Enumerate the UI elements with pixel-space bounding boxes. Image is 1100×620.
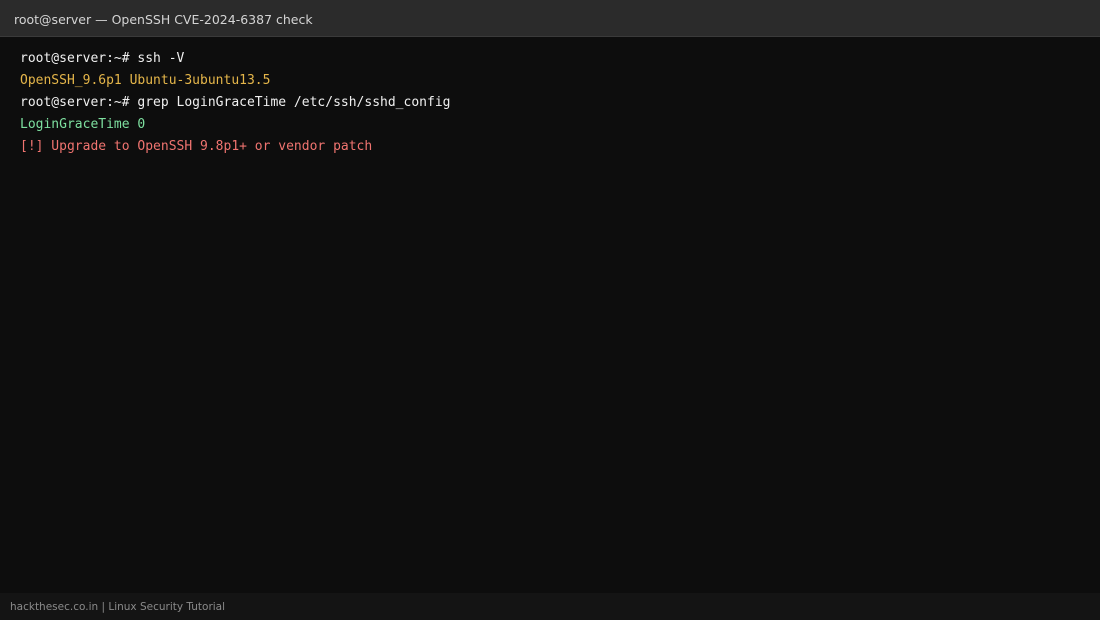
terminal-line-warning: [!] Upgrade to OpenSSH 9.8p1+ or vendor … [20, 139, 373, 154]
footer-caption: hackthesec.co.in | Linux Security Tutori… [10, 601, 226, 613]
terminal-line-command: root@server:~# grep LoginGraceTime /etc/… [20, 95, 451, 110]
terminal-line-command: root@server:~# ssh -V [20, 51, 185, 66]
terminal-window: root@server — OpenSSH CVE-2024-6387 chec… [0, 0, 1100, 620]
terminal-line-output: LoginGraceTime 0 [20, 117, 146, 132]
window-title: root@server — OpenSSH CVE-2024-6387 chec… [14, 12, 313, 27]
terminal-line-output: OpenSSH_9.6p1 Ubuntu-3ubuntu13.5 [20, 73, 271, 88]
title-bar[interactable]: root@server — OpenSSH CVE-2024-6387 chec… [0, 0, 1100, 37]
terminal-output[interactable]: root@server:~# ssh -V OpenSSH_9.6p1 Ubun… [20, 48, 1080, 158]
footer-bar: hackthesec.co.in | Linux Security Tutori… [0, 593, 1100, 620]
